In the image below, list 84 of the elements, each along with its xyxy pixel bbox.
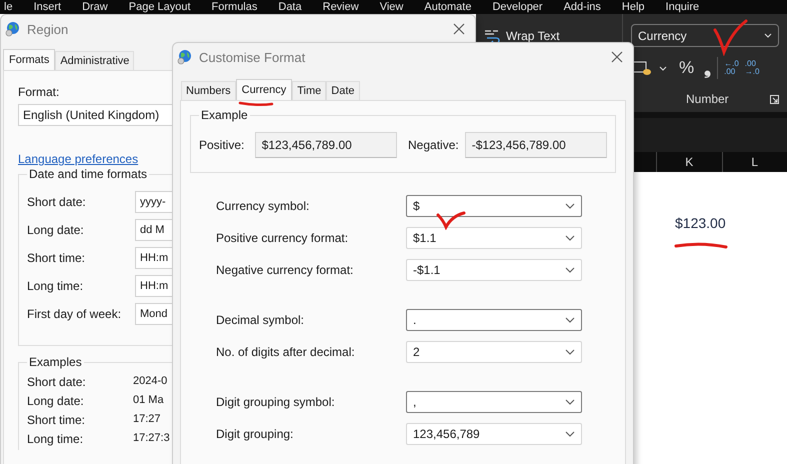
- ribbon-tab[interactable]: Formulas: [212, 0, 258, 14]
- pen-underline-mark: [673, 240, 729, 250]
- setting-label: Digit grouping symbol:: [216, 395, 336, 409]
- setting-dropdown[interactable]: $: [406, 195, 582, 217]
- percent-style-button[interactable]: %: [679, 58, 694, 78]
- example-label: Short date:: [27, 375, 87, 389]
- window-title: Customise Format: [199, 50, 306, 64]
- ribbon-tab[interactable]: Add-ins: [564, 0, 601, 14]
- ribbon-tab[interactable]: Draw: [82, 0, 108, 14]
- ribbon-tab[interactable]: Review: [322, 0, 359, 14]
- wrap-text-icon: [484, 28, 502, 44]
- tab[interactable]: Numbers: [181, 81, 236, 100]
- number-format-dropdown[interactable]: Currency: [631, 24, 779, 47]
- ribbon-tab[interactable]: Inquire: [666, 0, 700, 14]
- chevron-down-icon[interactable]: [659, 66, 667, 70]
- tab[interactable]: Formats: [3, 49, 56, 70]
- field-label: Short time:: [27, 251, 86, 265]
- example-label: Long time:: [27, 432, 84, 446]
- window-title: Region: [27, 22, 70, 36]
- setting-dropdown[interactable]: .: [406, 309, 582, 331]
- tab[interactable]: Currency: [236, 79, 292, 100]
- example-value: 17:27:3: [133, 432, 170, 446]
- example-value: 17:27: [133, 413, 161, 427]
- group-label: Number: [686, 92, 729, 106]
- example-label: Negative:: [408, 138, 459, 152]
- close-icon[interactable]: [453, 23, 465, 35]
- cell-value[interactable]: $123.00: [675, 215, 726, 231]
- field-label: Short date:: [27, 195, 87, 209]
- dialog-launcher-icon[interactable]: [770, 94, 779, 104]
- chevron-down-icon: [764, 33, 772, 38]
- chevron-down-icon: [565, 235, 575, 241]
- tab[interactable]: Date: [326, 81, 360, 100]
- example-label: Positive:: [199, 138, 246, 152]
- group-title: Date and time formats: [27, 167, 150, 181]
- setting-dropdown[interactable]: 123,456,789: [406, 423, 582, 445]
- example-label: Short time:: [27, 413, 86, 427]
- example-output-field: $123,456,789.00: [254, 132, 397, 158]
- wrap-text-button[interactable]: Wrap Text: [476, 28, 568, 44]
- field-label: Long time:: [27, 279, 84, 293]
- chevron-down-icon: [565, 431, 575, 437]
- setting-dropdown[interactable]: -$1.1: [406, 259, 582, 281]
- pen-check-mark: [436, 210, 466, 230]
- example-output-field: -$123,456,789.00: [464, 132, 607, 158]
- chevron-down-icon: [565, 399, 575, 405]
- setting-dropdown[interactable]: $1.1: [406, 227, 582, 249]
- chevron-down-icon: [565, 317, 575, 323]
- group-title: Example: [199, 108, 250, 122]
- setting-label: Negative currency format:: [216, 263, 354, 277]
- setting-dropdown[interactable]: 2: [406, 341, 582, 363]
- setting-label: Positive currency format:: [216, 231, 350, 245]
- example-value: 01 Ma: [133, 394, 164, 408]
- ribbon-tab[interactable]: le: [4, 0, 13, 14]
- globe-icon: [177, 49, 193, 65]
- setting-label: Decimal symbol:: [216, 313, 306, 327]
- pen-underline-mark: [238, 100, 274, 108]
- globe-icon: [5, 21, 21, 37]
- chevron-down-icon: [565, 349, 575, 355]
- close-icon[interactable]: [611, 51, 623, 63]
- ribbon-tab[interactable]: Developer: [492, 0, 543, 14]
- field-label: Long date:: [27, 223, 85, 237]
- field-label: First day of week:: [27, 307, 122, 321]
- chevron-down-icon: [565, 267, 575, 273]
- setting-dropdown[interactable]: ,: [406, 391, 582, 413]
- pen-check-mark: [712, 18, 748, 56]
- decrease-decimal-button[interactable]: .00 →.0: [744, 60, 760, 76]
- chevron-down-icon: [565, 203, 575, 209]
- language-preferences-link[interactable]: Language preferences: [18, 152, 138, 166]
- setting-label: Currency symbol:: [216, 199, 310, 213]
- example-value: 2024-0: [133, 375, 168, 389]
- example-label: Long date:: [27, 394, 85, 408]
- ribbon-tab[interactable]: Automate: [424, 0, 472, 14]
- tab[interactable]: Administrative: [55, 51, 134, 70]
- tab[interactable]: Time: [292, 81, 326, 100]
- ribbon-tab[interactable]: Help: [622, 0, 645, 14]
- format-label: Format:: [18, 85, 60, 99]
- ribbon-tab[interactable]: Page Layout: [128, 0, 191, 14]
- ribbon-tab[interactable]: View: [380, 0, 404, 14]
- increase-decimal-button[interactable]: ←.0 .00: [724, 60, 739, 76]
- group-title: Examples: [27, 355, 84, 369]
- ribbon-tab[interactable]: Data: [278, 0, 302, 14]
- setting-label: No. of digits after decimal:: [216, 345, 356, 359]
- setting-label: Digit grouping:: [216, 427, 294, 441]
- ribbon-tab[interactable]: Insert: [34, 0, 62, 14]
- comma-style-button[interactable]: ❟: [704, 58, 712, 78]
